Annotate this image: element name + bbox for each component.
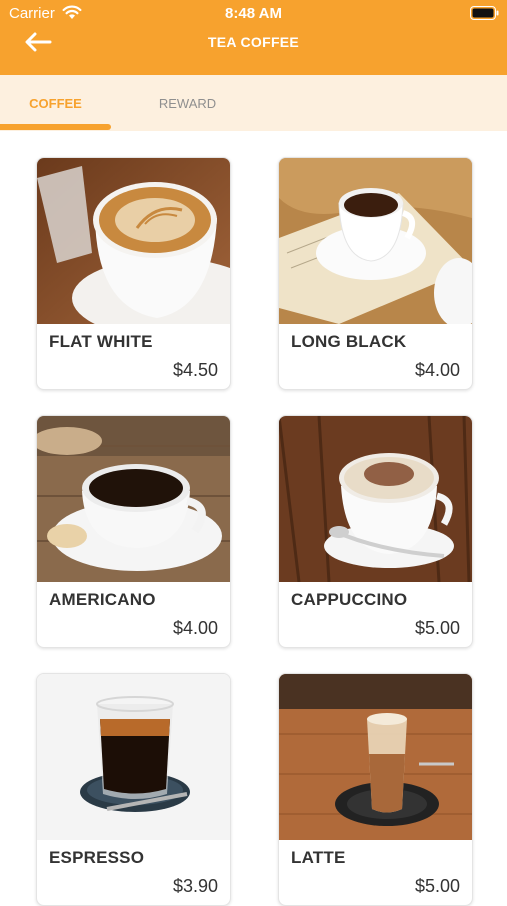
product-name: CAPPUCCINO — [291, 590, 408, 609]
product-name: LONG BLACK — [291, 332, 407, 351]
tab-coffee[interactable]: COFFEE — [0, 75, 111, 131]
product-card-latte[interactable]: LATTE $5.00 — [278, 673, 473, 906]
product-name: FLAT WHITE — [49, 332, 153, 351]
product-price: $4.00 — [172, 618, 218, 638]
americano-image — [37, 416, 230, 582]
long-black-image — [279, 158, 472, 324]
product-price: $4.00 — [414, 360, 460, 380]
latte-image — [279, 674, 472, 840]
product-price: $4.50 — [172, 360, 218, 380]
tab-bar: COFFEE REWARD — [0, 75, 507, 131]
product-price: $5.00 — [414, 876, 460, 896]
product-card-americano[interactable]: AMERICANO $4.00 — [36, 415, 231, 648]
product-price: $5.00 — [414, 618, 460, 638]
product-card-long-black[interactable]: LONG BLACK $4.00 — [278, 157, 473, 390]
page-title: TEA COFFEE — [207, 34, 300, 50]
cappuccino-image — [279, 416, 472, 582]
tab-indicator — [0, 124, 111, 130]
product-name: AMERICANO — [49, 590, 156, 609]
product-name: LATTE — [291, 848, 346, 867]
status-time: 8:48 AM — [225, 5, 282, 22]
tab-reward[interactable]: REWARD — [132, 75, 243, 131]
flat-white-image — [37, 158, 230, 324]
app-header: Carrier 8:48 AM TEA COFFEE — [0, 0, 507, 75]
product-card-espresso[interactable]: ESPRESSO $3.90 — [36, 673, 231, 906]
product-price: $3.90 — [172, 876, 218, 896]
product-card-flat-white[interactable]: FLAT WHITE $4.50 — [36, 157, 231, 390]
espresso-image — [37, 674, 230, 840]
product-name: ESPRESSO — [49, 848, 145, 867]
product-card-cappuccino[interactable]: CAPPUCCINO $5.00 — [278, 415, 473, 648]
battery-icon — [470, 6, 499, 20]
